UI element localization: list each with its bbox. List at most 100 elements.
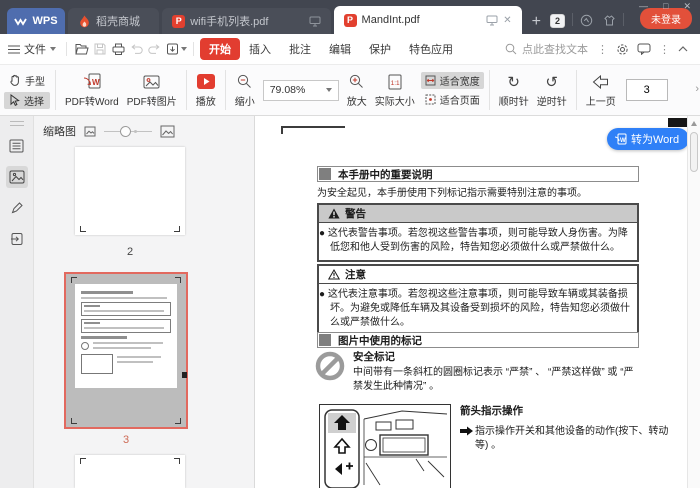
play-slideshow-button[interactable]: 播放 xyxy=(192,73,220,108)
tab-featured-apps[interactable]: 特色应用 xyxy=(400,38,462,60)
toolbar-overflow-icon[interactable]: › xyxy=(695,83,699,95)
maximize-button[interactable]: □ xyxy=(663,1,668,12)
crop-mark xyxy=(175,418,181,424)
more-menu-icon[interactable]: ⋮ xyxy=(659,43,670,56)
tab-protect[interactable]: 保护 xyxy=(360,38,400,60)
warning-title: 警告 xyxy=(345,208,366,220)
save-icon[interactable] xyxy=(91,41,109,57)
tab-label: WPS xyxy=(32,15,58,27)
tab-comment[interactable]: 批注 xyxy=(280,38,320,60)
thumbnail-size-slider[interactable] xyxy=(104,125,152,137)
chevron-down-icon xyxy=(325,88,332,92)
zoom-in-button[interactable]: 放大 xyxy=(343,73,371,108)
small-thumbnails-icon[interactable] xyxy=(84,126,96,137)
convert-to-word-button[interactable]: W 转为Word xyxy=(607,128,687,150)
previous-page-button[interactable]: 上一页 xyxy=(582,73,620,108)
content-area: 缩略图 2 3 W 转为Word 本手册中的重要说明 为安全起见，本手册使用下列… xyxy=(0,116,700,488)
zoom-out-icon xyxy=(238,74,252,88)
svg-text:W: W xyxy=(92,78,100,87)
thumbnail-panel-icon[interactable] xyxy=(5,166,28,188)
pdf-to-image-label: PDF转图片 xyxy=(126,96,177,108)
close-tab-icon[interactable]: ✕ xyxy=(503,15,511,26)
page-4-thumbnail[interactable] xyxy=(75,455,185,488)
pdf-to-word-button[interactable]: W PDF转Word xyxy=(61,73,123,108)
close-window-button[interactable]: ✕ xyxy=(683,1,691,12)
fit-page-button[interactable]: 适合页面 xyxy=(421,91,484,108)
svg-text:1:1: 1:1 xyxy=(390,80,399,87)
annotation-pen-icon[interactable] xyxy=(6,197,28,219)
open-file-icon[interactable] xyxy=(73,41,91,57)
chevron-down-icon[interactable] xyxy=(181,47,187,51)
export-panel-icon[interactable] xyxy=(6,228,28,250)
pdf-page-view[interactable]: W 转为Word 本手册中的重要说明 为安全起见，本手册使用下列标记指示需要特别… xyxy=(255,116,687,488)
share-to-phone-icon[interactable] xyxy=(580,14,593,27)
vertical-scrollbar[interactable] xyxy=(687,116,700,488)
section-heading-2: 图片中使用的标记 xyxy=(317,332,639,348)
tab-wps-home[interactable]: WPS xyxy=(7,8,65,34)
cursor-arrow-icon xyxy=(10,94,20,106)
page-3-thumbnail-selected[interactable] xyxy=(64,272,188,429)
large-thumbnails-icon[interactable] xyxy=(160,125,175,138)
redo-icon[interactable] xyxy=(145,41,163,57)
hamburger-icon xyxy=(8,45,20,53)
wps-logo-icon xyxy=(14,17,28,26)
actual-size-button[interactable]: 1:1 实际大小 xyxy=(371,73,419,108)
search-icon xyxy=(505,43,517,55)
pdf-toolbar: 手型 选择 W PDF转Word PDF转图片 播放 缩小 79.08% 放大 … xyxy=(0,65,700,116)
find-text-box[interactable]: 点此查找文本 ⋮ xyxy=(505,41,612,57)
new-tab-button[interactable]: + xyxy=(532,14,541,30)
warning-triangle-icon xyxy=(328,208,340,219)
save-as-icon[interactable] xyxy=(163,41,181,57)
pdf-to-word-icon: W xyxy=(83,73,101,89)
monitor-icon[interactable] xyxy=(486,15,498,26)
tab-docer-mall[interactable]: 稻壳商城 xyxy=(68,8,160,34)
undo-icon[interactable] xyxy=(127,41,145,57)
preview-heading xyxy=(81,336,127,339)
settings-gear-icon[interactable] xyxy=(616,43,629,56)
select-tool-button[interactable]: 选择 xyxy=(4,91,50,109)
rotate-ccw-icon: ↺ xyxy=(545,72,558,91)
caution-box: 注意 ● 这代表注意事项。若忽视这些注意事项，则可能导致车辆或其装备损坏。为避免… xyxy=(317,264,639,337)
tab-edit[interactable]: 编辑 xyxy=(320,38,360,60)
pdf-to-image-icon xyxy=(143,75,160,88)
scrollbar-thumb[interactable] xyxy=(690,132,698,172)
monitor-icon xyxy=(309,16,321,26)
fit-page-icon xyxy=(425,94,436,105)
fit-width-label: 适合宽度 xyxy=(439,77,480,88)
rotate-counterclockwise-button[interactable]: ↺ 逆时针 xyxy=(533,73,571,108)
tab-label: 稻壳商城 xyxy=(96,16,140,28)
skin-theme-icon[interactable] xyxy=(603,14,616,27)
outline-panel-icon[interactable] xyxy=(6,135,28,157)
fit-page-label: 适合页面 xyxy=(439,96,480,107)
thumbnail-panel-header: 缩略图 xyxy=(34,116,254,139)
zoom-out-button[interactable]: 缩小 xyxy=(231,73,259,108)
tab-wifi-list-pdf[interactable]: P wifi手机列表.pdf xyxy=(162,8,331,34)
prev-page-arrow-icon xyxy=(592,74,609,89)
section-2-title: 图片中使用的标记 xyxy=(338,334,422,347)
collapse-ribbon-icon[interactable] xyxy=(678,46,688,52)
fit-width-button[interactable]: 适合宽度 xyxy=(420,72,484,89)
more-options-icon[interactable]: ⋮ xyxy=(597,43,608,56)
pdf-to-image-button[interactable]: PDF转图片 xyxy=(123,73,181,108)
play-label: 播放 xyxy=(195,96,216,108)
zoom-level-select[interactable]: 79.08% xyxy=(262,79,339,101)
page-number-input[interactable] xyxy=(625,79,668,101)
heading-square-bullet xyxy=(319,334,331,346)
page-2-thumbnail[interactable] xyxy=(75,147,185,235)
thick-right-arrow-icon xyxy=(460,426,473,436)
scroll-up-arrow[interactable] xyxy=(691,121,697,126)
rotate-clockwise-button[interactable]: ↻ 顺时针 xyxy=(495,73,533,108)
panel-drag-handle[interactable] xyxy=(9,121,24,126)
slider-knob[interactable] xyxy=(120,126,131,137)
tab-mandint-pdf-active[interactable]: P MandInt.pdf ✕ xyxy=(333,6,522,34)
zoom-out-label: 缩小 xyxy=(234,96,255,108)
minimize-button[interactable]: — xyxy=(639,1,648,12)
tab-count-badge[interactable]: 2 xyxy=(550,14,566,28)
hand-tool-button[interactable]: 手型 xyxy=(4,72,50,89)
tab-insert[interactable]: 插入 xyxy=(240,38,280,60)
feedback-comment-icon[interactable] xyxy=(637,43,651,55)
tab-home[interactable]: 开始 xyxy=(200,38,240,60)
file-menu-button[interactable]: 文件 xyxy=(8,41,56,57)
caution-triangle-icon xyxy=(328,269,340,280)
print-icon[interactable] xyxy=(109,41,127,57)
